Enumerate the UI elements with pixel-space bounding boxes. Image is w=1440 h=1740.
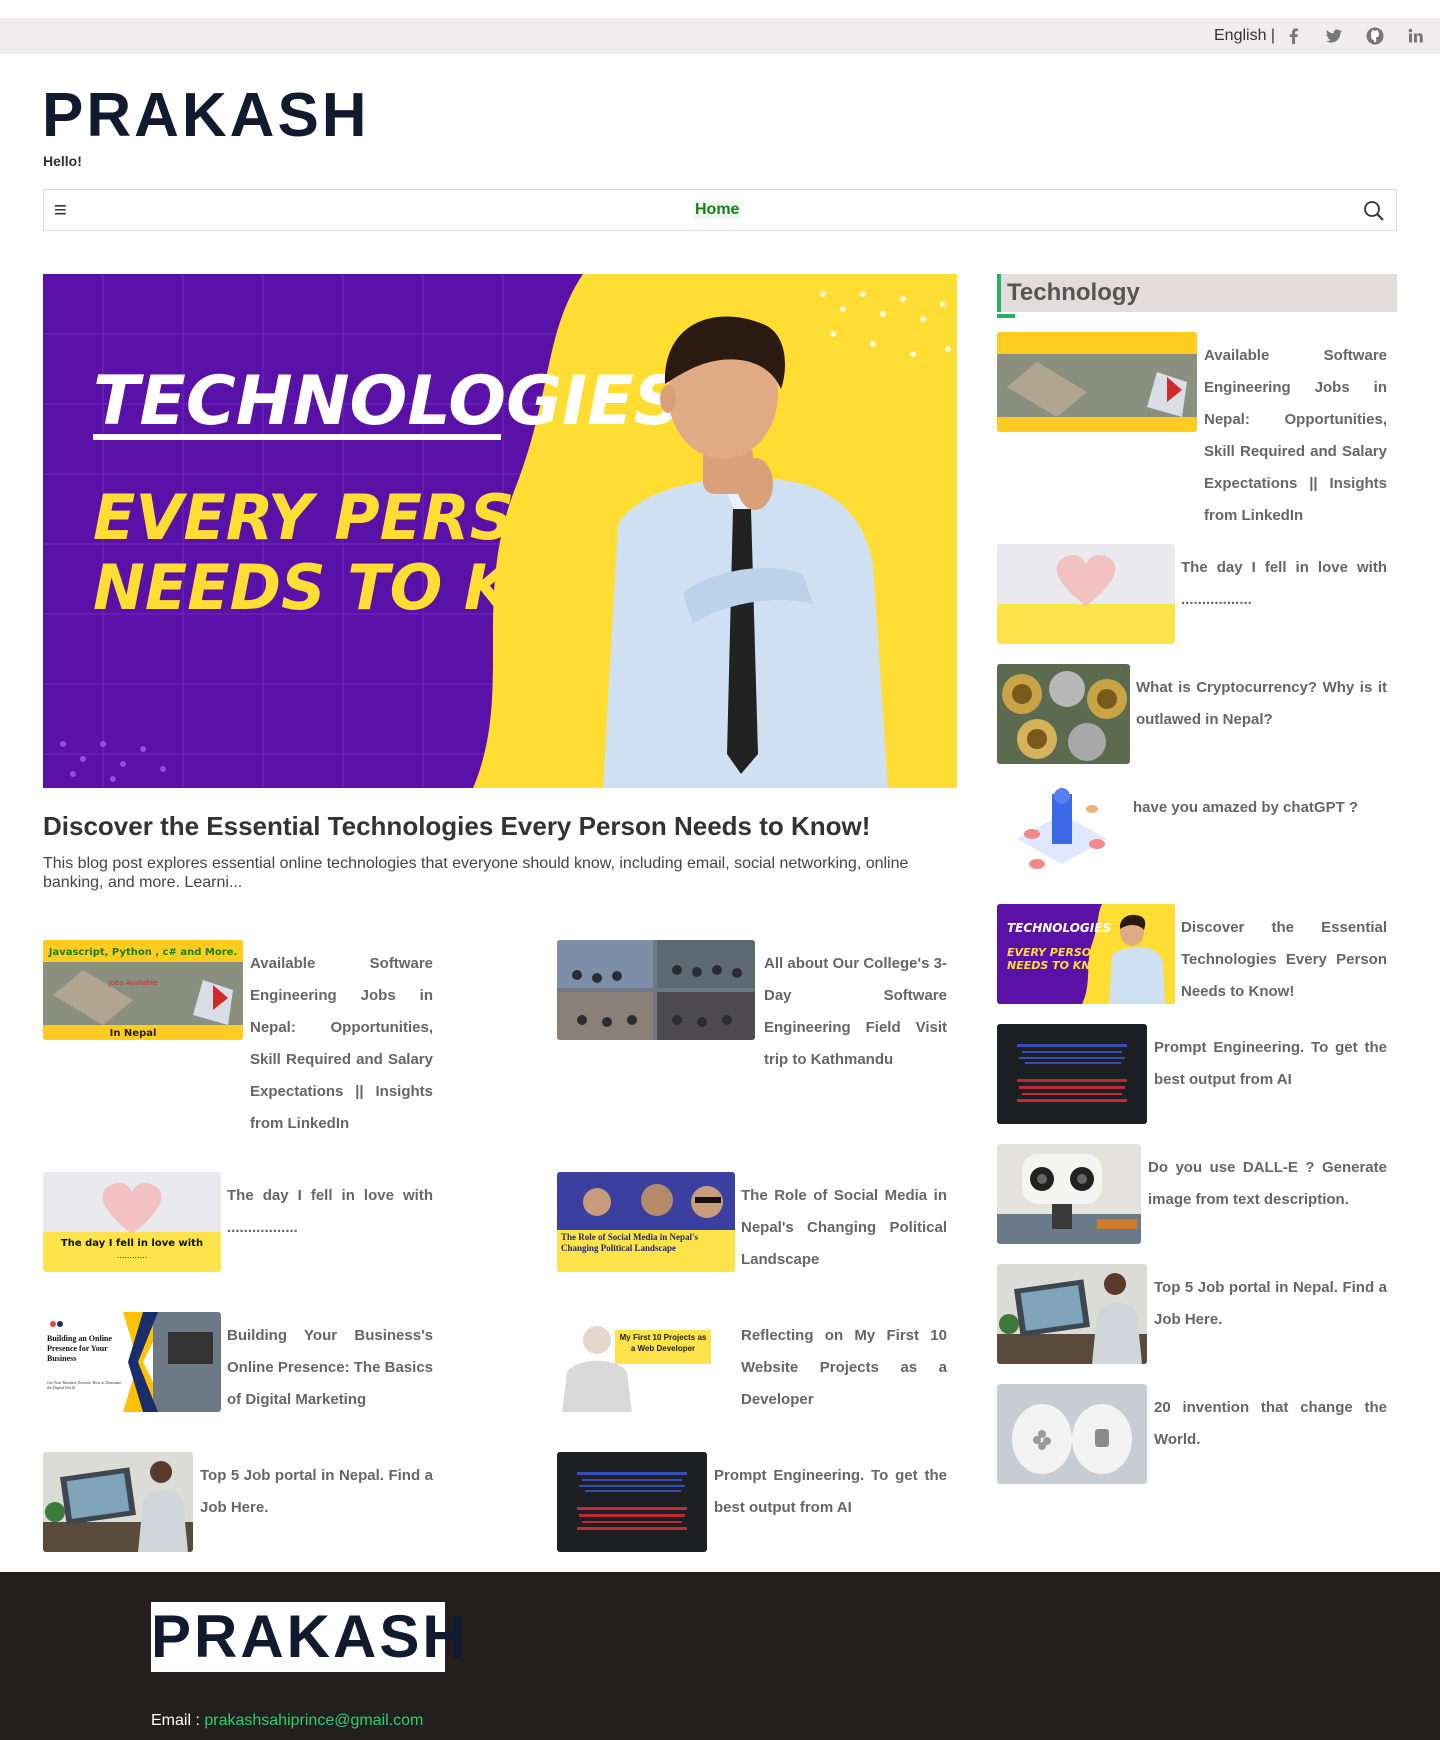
sidebar-thumbnail[interactable] <box>997 1384 1147 1484</box>
sidebar-item-title[interactable]: Do you use DALL-E ? Generate image from … <box>1148 1152 1387 1216</box>
hero-post-excerpt: This blog post explores essential online… <box>43 855 909 891</box>
hero-image-line2: EVERY PERSON <box>93 481 619 554</box>
search-icon[interactable] <box>1362 199 1386 223</box>
post-thumbnail[interactable]: Building an Online Presence for Your Bus… <box>43 1312 221 1412</box>
thumb-caption: Jobs Available <box>108 979 157 987</box>
sidebar-thumbnail[interactable] <box>997 664 1130 764</box>
footer-email-label: Email : <box>151 1712 200 1729</box>
post-title[interactable]: The Role of Social Media in Nepal's Chan… <box>741 1180 947 1276</box>
sidebar-thumbnail[interactable]: TECHNOLOGIES EVERY PERSON NEEDS TO KNOW! <box>997 904 1175 1004</box>
site-logo[interactable]: PRAKASH <box>42 82 370 150</box>
sidebar-thumbnail[interactable] <box>997 1144 1141 1244</box>
post-thumbnail[interactable] <box>557 940 755 1040</box>
facebook-icon[interactable] <box>1284 26 1304 46</box>
footer-logo-text: PRAKASH <box>151 1603 469 1670</box>
hero-image-line1: TECHNOLOGIES <box>93 362 683 441</box>
post-thumbnail[interactable]: The day I fell in love with ............ <box>43 1172 221 1272</box>
hero-post-title[interactable]: Discover the Essential Technologies Ever… <box>43 811 957 842</box>
sidebar-thumbnail[interactable] <box>997 784 1127 884</box>
linkedin-icon[interactable] <box>1406 26 1426 46</box>
sidebar-heading: Technology <box>997 274 1397 318</box>
thumb-caption: ............ <box>117 1251 148 1260</box>
sidebar-item-title[interactable]: Top 5 Job portal in Nepal. Find a Job He… <box>1154 1272 1387 1336</box>
sidebar-item-title[interactable]: What is Cryptocurrency? Why is it outlaw… <box>1136 672 1387 736</box>
sidebar-item-title[interactable]: Discover the Essential Technologies Ever… <box>1181 912 1387 1008</box>
twitter-icon[interactable] <box>1324 26 1344 46</box>
site-footer: PRAKASH Email : prakashsahiprince@gmail.… <box>0 1572 1440 1740</box>
post-thumbnail[interactable]: My First 10 Projects as a Web Developer <box>557 1312 735 1412</box>
sidebar-thumbnail[interactable] <box>997 332 1197 432</box>
nav-item-home[interactable]: Home <box>693 201 742 219</box>
post-title[interactable]: Top 5 Job portal in Nepal. Find a Job He… <box>200 1460 433 1524</box>
post-title[interactable]: Reflecting on My First 10 Website Projec… <box>741 1320 947 1416</box>
thumb-caption: Get Your Business Noticed: How to Domina… <box>47 1380 122 1390</box>
svg-text:NEEDS TO KNOW!: NEEDS TO KNOW! <box>1007 959 1117 972</box>
thumb-caption: The day I fell in love with <box>61 1238 203 1249</box>
post-title[interactable]: Prompt Engineering. To get the best outp… <box>714 1460 947 1524</box>
sidebar-item-title[interactable]: Prompt Engineering. To get the best outp… <box>1154 1032 1387 1096</box>
sidebar-heading-text: Technology <box>1007 279 1140 306</box>
post-thumbnail[interactable]: Javascript, Python , c# and More. Jobs A… <box>43 940 243 1040</box>
footer-email: Email : prakashsahiprince@gmail.com <box>151 1712 423 1730</box>
site-tagline: Hello! <box>43 153 82 169</box>
post-title[interactable]: Building Your Business's Online Presence… <box>227 1320 433 1416</box>
thumb-caption: In Nepal <box>110 1028 157 1039</box>
thumb-caption: Building an Online Presence for Your Bus… <box>47 1334 112 1363</box>
github-icon[interactable] <box>1365 26 1385 46</box>
main-navigation: ≡ Home <box>43 189 1397 231</box>
footer-email-link[interactable]: prakashsahiprince@gmail.com <box>204 1712 423 1729</box>
svg-text:TECHNOLOGIES: TECHNOLOGIES <box>1007 921 1111 935</box>
post-thumbnail[interactable]: The Role of Social Media in Nepal's Chan… <box>557 1172 735 1272</box>
post-title[interactable]: Available Software Engineering Jobs in N… <box>250 948 433 1140</box>
hero-image[interactable]: TECHNOLOGIES EVERY PERSON NEEDS TO KNOW! <box>43 274 957 788</box>
top-bar: English | <box>0 18 1440 54</box>
sidebar-thumbnail[interactable] <box>997 1264 1147 1364</box>
sidebar-item-title[interactable]: have you amazed by chatGPT ? <box>1133 792 1387 824</box>
sidebar-thumbnail[interactable] <box>997 1024 1147 1124</box>
footer-logo[interactable]: PRAKASH <box>151 1602 469 1672</box>
svg-text:EVERY PERSON: EVERY PERSON <box>1007 946 1100 959</box>
sidebar-thumbnail[interactable] <box>997 544 1175 644</box>
thumb-caption: Javascript, Python , c# and More. <box>48 947 238 958</box>
thumb-caption: The Role of Social Media in Nepal's Chan… <box>561 1232 698 1253</box>
sidebar-item-title[interactable]: The day I fell in love with ............… <box>1181 552 1387 616</box>
hamburger-menu-icon[interactable]: ≡ <box>54 197 67 223</box>
thumb-caption: My First 10 Projects as a Web Developer <box>619 1333 707 1353</box>
post-title[interactable]: The day I fell in love with ............… <box>227 1180 433 1244</box>
language-selector[interactable]: English | <box>1214 27 1275 45</box>
sidebar-item-title[interactable]: 20 invention that change the World. <box>1154 1392 1387 1456</box>
post-thumbnail[interactable] <box>557 1452 707 1552</box>
sidebar-item-title[interactable]: Available Software Engineering Jobs in N… <box>1204 340 1387 532</box>
post-thumbnail[interactable] <box>43 1452 193 1552</box>
post-title[interactable]: All about Our College's 3-Day Software E… <box>764 948 947 1076</box>
